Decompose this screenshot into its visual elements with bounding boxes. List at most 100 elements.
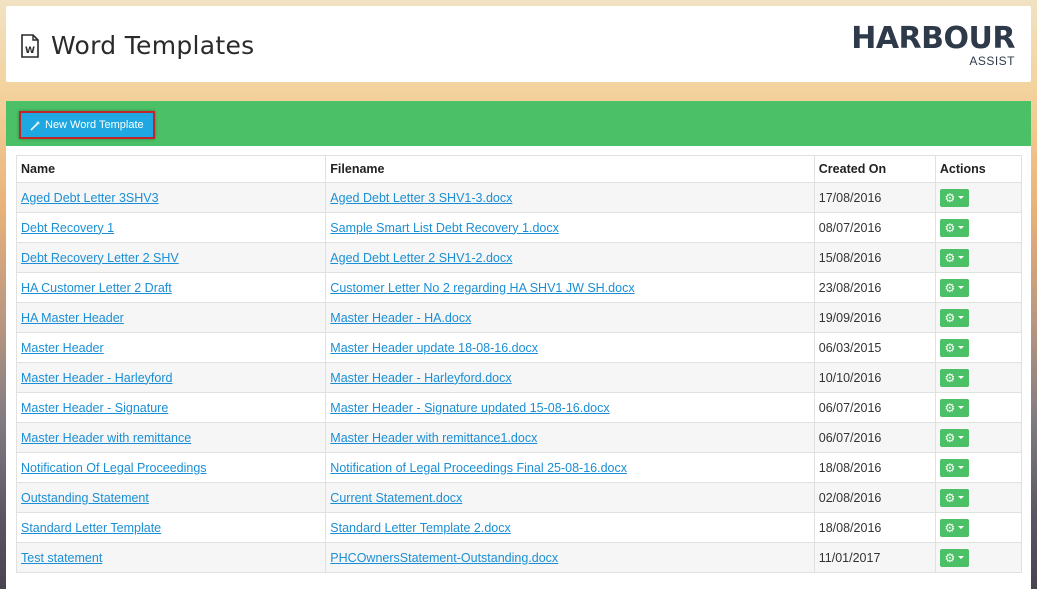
gear-icon: ⚙ (944, 430, 956, 445)
actions-cell: ⚙ (934, 332, 1023, 363)
filename-cell: Master Header update 18-08-16.docx (325, 332, 815, 363)
template-filename-link[interactable]: Notification of Legal Proceedings Final … (330, 461, 627, 475)
actions-cell: ⚙ (934, 242, 1023, 273)
filename-cell: Master Header with remittance1.docx (325, 422, 815, 453)
template-filename-link[interactable]: Master Header - Harleyford.docx (330, 371, 511, 385)
template-filename-link[interactable]: Standard Letter Template 2.docx (330, 521, 510, 535)
table-header-row: Name Filename Created On Actions (15, 155, 1023, 183)
created-on-cell: 18/08/2016 (813, 512, 936, 543)
template-name-link[interactable]: Master Header (21, 341, 104, 355)
created-on-cell: 06/07/2016 (813, 422, 936, 453)
column-header-created-on[interactable]: Created On (813, 155, 936, 183)
table-row: Master Header with remittance Master Head… (15, 422, 1023, 453)
table-row: Master Header Master Header update 18-08-… (15, 332, 1023, 363)
chevron-down-icon (958, 436, 965, 439)
gear-icon: ⚙ (944, 490, 956, 505)
chevron-down-icon (958, 406, 965, 409)
actions-cell: ⚙ (934, 482, 1023, 513)
table-row: Notification Of Legal Proceedings Notific… (15, 452, 1023, 483)
actions-dropdown-button[interactable]: ⚙ (939, 458, 969, 477)
created-on-cell: 23/08/2016 (813, 272, 936, 303)
template-name-link[interactable]: Test statement (21, 551, 102, 565)
filename-cell: Customer Letter No 2 regarding HA SHV1 J… (325, 272, 815, 303)
template-name-link[interactable]: Master Header - Signature (21, 401, 168, 415)
actions-cell: ⚙ (934, 422, 1023, 453)
filename-cell: Sample Smart List Debt Recovery 1.docx (325, 212, 815, 243)
table-row: Debt Recovery 1 Sample Smart List Debt Re… (15, 212, 1023, 243)
template-filename-link[interactable]: Master Header - HA.docx (330, 311, 471, 325)
actions-dropdown-button[interactable]: ⚙ (939, 518, 969, 537)
template-filename-link[interactable]: PHCOwnersStatement-Outstanding.docx (330, 551, 558, 565)
template-name-link[interactable]: Master Header with remittance (21, 431, 191, 445)
template-name-link[interactable]: Notification Of Legal Proceedings (21, 461, 207, 475)
gear-icon: ⚙ (944, 310, 956, 325)
name-cell: Master Header - Signature (15, 392, 327, 423)
template-filename-link[interactable]: Sample Smart List Debt Recovery 1.docx (330, 221, 559, 235)
filename-cell: Notification of Legal Proceedings Final … (325, 452, 815, 483)
logo-main-text: HARBOUR (851, 21, 1015, 56)
actions-cell: ⚙ (934, 452, 1023, 483)
table-row: HA Customer Letter 2 Draft Customer Lette… (15, 272, 1023, 303)
table-row: Standard Letter Template Standard Letter … (15, 512, 1023, 543)
gear-icon: ⚙ (944, 520, 956, 535)
actions-dropdown-button[interactable]: ⚙ (939, 188, 969, 207)
header-card: W Word Templates HARBOUR ASSIST (6, 6, 1031, 82)
filename-cell: Master Header - Harleyford.docx (325, 362, 815, 393)
actions-cell: ⚙ (934, 212, 1023, 243)
actions-dropdown-button[interactable]: ⚙ (939, 368, 969, 387)
actions-dropdown-button[interactable]: ⚙ (939, 548, 969, 567)
column-header-name[interactable]: Name (15, 155, 327, 183)
gear-icon: ⚙ (944, 550, 956, 565)
gear-icon: ⚙ (944, 460, 956, 475)
created-on-cell: 08/07/2016 (813, 212, 936, 243)
actions-dropdown-button[interactable]: ⚙ (939, 218, 969, 237)
template-name-link[interactable]: Standard Letter Template (21, 521, 161, 535)
template-name-link[interactable]: Debt Recovery Letter 2 SHV (21, 251, 179, 265)
page-title: Word Templates (51, 31, 255, 60)
template-name-link[interactable]: HA Customer Letter 2 Draft (21, 281, 172, 295)
template-name-link[interactable]: Outstanding Statement (21, 491, 149, 505)
name-cell: Master Header - Harleyford (15, 362, 327, 393)
actions-dropdown-button[interactable]: ⚙ (939, 488, 969, 507)
table-row: Outstanding Statement Current Statement.d… (15, 482, 1023, 513)
created-on-cell: 10/10/2016 (813, 362, 936, 393)
template-name-link[interactable]: Master Header - Harleyford (21, 371, 172, 385)
chevron-down-icon (958, 196, 965, 199)
template-name-link[interactable]: Debt Recovery 1 (21, 221, 114, 235)
template-filename-link[interactable]: Master Header - Signature updated 15-08-… (330, 401, 609, 415)
name-cell: Debt Recovery 1 (15, 212, 327, 243)
name-cell: Aged Debt Letter 3SHV3 (15, 182, 327, 213)
name-cell: Master Header (15, 332, 327, 363)
template-filename-link[interactable]: Aged Debt Letter 3 SHV1-3.docx (330, 191, 512, 205)
filename-cell: PHCOwnersStatement-Outstanding.docx (325, 542, 815, 573)
template-filename-link[interactable]: Master Header update 18-08-16.docx (330, 341, 538, 355)
svg-text:W: W (25, 46, 35, 56)
template-filename-link[interactable]: Current Statement.docx (330, 491, 462, 505)
name-cell: Standard Letter Template (15, 512, 327, 543)
gear-icon: ⚙ (944, 370, 956, 385)
actions-dropdown-button[interactable]: ⚙ (939, 398, 969, 417)
chevron-down-icon (958, 466, 965, 469)
created-on-cell: 17/08/2016 (813, 182, 936, 213)
template-filename-link[interactable]: Master Header with remittance1.docx (330, 431, 537, 445)
actions-dropdown-button[interactable]: ⚙ (939, 428, 969, 447)
actions-dropdown-button[interactable]: ⚙ (939, 248, 969, 267)
template-name-link[interactable]: HA Master Header (21, 311, 124, 325)
new-word-template-button[interactable]: New Word Template (19, 111, 155, 139)
actions-dropdown-button[interactable]: ⚙ (939, 278, 969, 297)
gear-icon: ⚙ (944, 250, 956, 265)
chevron-down-icon (958, 496, 965, 499)
actions-cell: ⚙ (934, 392, 1023, 423)
table-row: Debt Recovery Letter 2 SHV Aged Debt Lett… (15, 242, 1023, 273)
gear-icon: ⚙ (944, 400, 956, 415)
chevron-down-icon (958, 526, 965, 529)
template-name-link[interactable]: Aged Debt Letter 3SHV3 (21, 191, 159, 205)
created-on-cell: 02/08/2016 (813, 482, 936, 513)
actions-dropdown-button[interactable]: ⚙ (939, 308, 969, 327)
actions-cell: ⚙ (934, 182, 1023, 213)
column-header-actions: Actions (934, 155, 1023, 183)
column-header-filename[interactable]: Filename (325, 155, 815, 183)
template-filename-link[interactable]: Customer Letter No 2 regarding HA SHV1 J… (330, 281, 634, 295)
actions-dropdown-button[interactable]: ⚙ (939, 338, 969, 357)
template-filename-link[interactable]: Aged Debt Letter 2 SHV1-2.docx (330, 251, 512, 265)
